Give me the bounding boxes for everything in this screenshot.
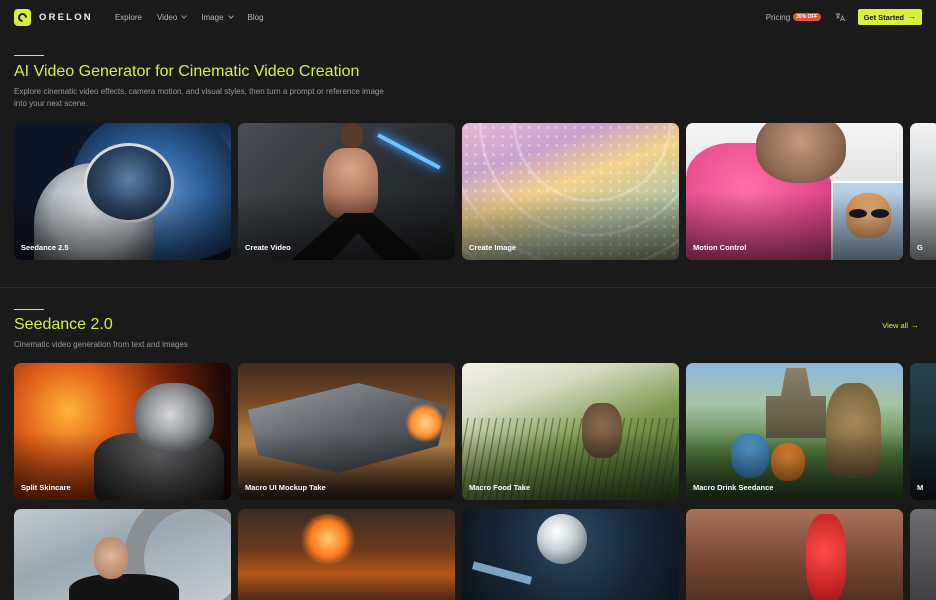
template-card[interactable]: Macro UI Mockup Take bbox=[238, 363, 455, 500]
template-card[interactable] bbox=[238, 509, 455, 600]
section-title: Seedance 2.0 bbox=[14, 316, 113, 333]
feature-card[interactable]: G bbox=[910, 123, 936, 260]
cta-label: Get Started bbox=[863, 12, 904, 22]
card-label: M bbox=[917, 483, 924, 492]
template-card[interactable]: Split Skincare bbox=[14, 363, 231, 500]
card-label: Macro UI Mockup Take bbox=[245, 483, 326, 492]
page-title: AI Video Generator for Cinematic Video C… bbox=[14, 63, 360, 80]
translate-icon[interactable] bbox=[835, 12, 845, 22]
card-label: G bbox=[917, 243, 923, 252]
template-card[interactable]: M bbox=[910, 363, 936, 500]
get-started-button[interactable]: Get Started → bbox=[857, 9, 922, 25]
card-label: Seedance 2.5 bbox=[21, 243, 69, 252]
nav-link-blog[interactable]: Blog bbox=[248, 13, 264, 22]
card-label: Macro Food Take bbox=[469, 483, 531, 492]
template-card[interactable] bbox=[14, 509, 231, 600]
nav-link-video[interactable]: Video bbox=[156, 12, 188, 22]
chevron-down-icon bbox=[227, 13, 234, 19]
nav-link-label: Image bbox=[201, 12, 224, 22]
template-row bbox=[14, 509, 936, 600]
accent-line bbox=[14, 309, 44, 310]
template-card[interactable]: Macro Food Take bbox=[462, 363, 679, 500]
card-label: Create Video bbox=[245, 243, 291, 252]
nav-links: Explore Video Image Blog bbox=[115, 13, 264, 22]
nav-link-image[interactable]: Image bbox=[201, 12, 234, 22]
nav-link-label: Blog bbox=[247, 12, 264, 22]
brand-name[interactable]: ORELON bbox=[39, 12, 93, 23]
nav-link-label: Video bbox=[156, 12, 178, 22]
section-subtitle: Cinematic video generation from text and… bbox=[14, 340, 188, 349]
view-all-label: View all bbox=[882, 321, 908, 330]
feature-card[interactable]: Motion Control bbox=[686, 123, 903, 260]
nav-link-explore[interactable]: Explore bbox=[115, 13, 142, 22]
feature-card[interactable]: Create Image bbox=[462, 123, 679, 260]
feature-card[interactable]: Create Video bbox=[238, 123, 455, 260]
card-label: Macro Drink Seedance bbox=[693, 483, 774, 492]
page-description: Explore cinematic video effects, camera … bbox=[14, 87, 384, 108]
template-card[interactable]: Macro Drink Seedance bbox=[686, 363, 903, 500]
pricing-link[interactable]: Pricing bbox=[766, 13, 790, 22]
discount-badge: 30% OFF bbox=[793, 13, 821, 21]
card-label: Split Skincare bbox=[21, 483, 71, 492]
feature-card[interactable]: Seedance 2.5 bbox=[14, 123, 231, 260]
card-label: Create Image bbox=[469, 243, 517, 252]
section-divider bbox=[0, 287, 936, 288]
arrow-right-icon: → bbox=[908, 12, 916, 21]
view-all-link[interactable]: View all → bbox=[882, 321, 919, 330]
arrow-right-icon: → bbox=[911, 320, 919, 330]
nav-right: Pricing 30% OFF Get Started → bbox=[766, 9, 922, 25]
template-card[interactable] bbox=[462, 509, 679, 600]
accent-line bbox=[14, 55, 44, 56]
card-label: Motion Control bbox=[693, 243, 747, 252]
nav-link-label: Explore bbox=[114, 12, 142, 22]
template-card[interactable] bbox=[910, 509, 936, 600]
template-card[interactable] bbox=[686, 509, 903, 600]
template-row: Split Skincare Macro UI Mockup Take Macr… bbox=[14, 363, 936, 500]
chevron-down-icon bbox=[181, 13, 188, 19]
feature-row: Seedance 2.5 Create Video Create Image M… bbox=[14, 123, 936, 260]
top-nav: ORELON Explore Video Image Blog Pricing … bbox=[0, 0, 936, 34]
logo-icon[interactable] bbox=[14, 8, 31, 26]
